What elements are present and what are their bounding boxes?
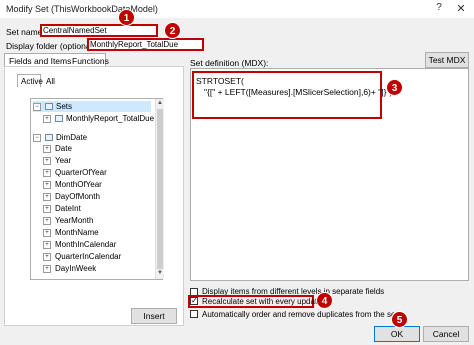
expand-icon[interactable]: + <box>43 252 51 261</box>
set-icon <box>55 115 63 123</box>
tree-item-field[interactable]: + Year <box>43 155 71 166</box>
tree-field-label: Date <box>55 144 72 153</box>
tree-scrollbar[interactable]: ▲ ▼ <box>155 99 164 279</box>
ok-button[interactable]: OK <box>374 326 420 342</box>
expand-icon[interactable]: + <box>43 216 51 225</box>
collapse-icon[interactable]: − <box>33 102 41 111</box>
mdx-line-1: STRTOSET( <box>196 76 244 86</box>
subtab-all[interactable]: All <box>46 77 55 86</box>
tree-item-field[interactable]: + Date <box>43 143 72 154</box>
collapse-icon[interactable]: − <box>33 133 41 142</box>
tree-item-field[interactable]: + QuarterOfYear <box>43 167 107 178</box>
recalculate-checkbox[interactable]: ✓ <box>190 297 198 305</box>
callout-badge-3: 3 <box>386 79 403 96</box>
expand-icon[interactable]: + <box>43 240 51 249</box>
tree-field-label: DateInt <box>55 204 81 213</box>
tree-field-label: DayInWeek <box>55 264 97 273</box>
tree-item-field[interactable]: + DayInWeek <box>43 263 96 274</box>
tree-item-field[interactable]: + YearMonth <box>43 215 93 226</box>
callout-badge-2: 2 <box>164 22 181 39</box>
auto-order-checkbox[interactable] <box>190 310 198 318</box>
scroll-up-icon[interactable]: ▲ <box>157 100 163 106</box>
auto-order-label: Automatically order and remove duplicate… <box>202 310 398 319</box>
tree-item-field[interactable]: + MonthName <box>43 227 99 238</box>
table-icon <box>45 134 53 142</box>
tree-item-set-monthlyreport[interactable]: + MonthlyReport_TotalDue <box>43 113 154 124</box>
tree-field-label: YearMonth <box>55 216 94 225</box>
tree-item-field[interactable]: + DateInt <box>43 203 81 214</box>
callout-badge-4: 4 <box>316 292 333 309</box>
recalculate-label: Recalculate set with every update <box>202 297 322 306</box>
tree-dimdate-label: DimDate <box>56 133 88 142</box>
set-name-value: CentralNamedSet <box>43 26 107 35</box>
scroll-down-icon[interactable]: ▼ <box>157 270 163 276</box>
tree-field-label: DayOfMonth <box>55 192 100 201</box>
mdx-line-2: "{[" + LEFT([Measures].[MSlicerSelection… <box>204 87 393 97</box>
tree-field-label: Year <box>55 156 72 165</box>
expand-icon[interactable]: + <box>43 156 51 165</box>
subtab-active[interactable]: Active <box>17 74 43 87</box>
tree-field-label: MonthOfYear <box>55 180 102 189</box>
expand-icon[interactable]: + <box>43 180 51 189</box>
callout-badge-1: 1 <box>118 9 135 26</box>
tab-functions[interactable]: Functions <box>72 56 109 66</box>
expand-icon[interactable]: + <box>43 192 51 201</box>
help-icon[interactable]: ? <box>433 2 445 14</box>
display-folder-label: Display folder (optional): <box>6 41 98 51</box>
tree-item-sets[interactable]: − Sets <box>33 101 151 112</box>
display-folder-input[interactable]: MonthlyReport_TotalDue <box>87 38 204 51</box>
cancel-button[interactable]: Cancel <box>423 326 469 342</box>
insert-button[interactable]: Insert <box>131 308 177 324</box>
expand-icon[interactable]: + <box>43 168 51 177</box>
close-icon[interactable]: ✕ <box>454 2 468 15</box>
tree-item-dimdate[interactable]: − DimDate <box>33 132 87 143</box>
window-title: Modify Set (ThisWorkbookDataModel) <box>6 4 158 14</box>
tree-view[interactable]: − Sets + MonthlyReport_TotalDue − DimDate +… <box>30 98 164 280</box>
subtab-active-label: Active <box>21 77 43 86</box>
tree-field-label: MonthName <box>55 228 99 237</box>
tree-field-label: QuarterInCalendar <box>55 252 122 261</box>
expand-icon[interactable]: + <box>43 228 51 237</box>
tree-field-label: MonthInCalendar <box>55 240 117 249</box>
sets-icon <box>45 103 53 111</box>
tree-item-field[interactable]: + MonthOfYear <box>43 179 102 190</box>
expand-icon[interactable]: + <box>43 204 51 213</box>
tree-item-field[interactable]: + MonthInCalendar <box>43 239 116 250</box>
mdx-highlight-box: STRTOSET( "{[" + LEFT([Measures].[MSlice… <box>192 71 392 119</box>
set-definition-label: Set definition (MDX): <box>190 58 269 68</box>
tree-sets-label: Sets <box>56 102 73 111</box>
tab-fields-and-items-label: Fields and Items <box>9 56 72 66</box>
scroll-thumb[interactable] <box>157 109 163 269</box>
expand-icon[interactable]: + <box>43 264 51 273</box>
expand-icon[interactable]: + <box>43 144 51 153</box>
tree-item-field[interactable]: + QuarterInCalendar <box>43 251 121 262</box>
display-folder-value: MonthlyReport_TotalDue <box>90 40 179 49</box>
callout-badge-5: 5 <box>391 311 408 328</box>
expand-icon[interactable]: + <box>43 114 51 123</box>
set-name-input[interactable]: CentralNamedSet <box>40 24 158 37</box>
tree-set-label: MonthlyReport_TotalDue <box>66 114 155 123</box>
test-mdx-button[interactable]: Test MDX <box>425 52 469 68</box>
set-name-label: Set name: <box>6 27 45 37</box>
tree-field-label: QuarterOfYear <box>55 168 107 177</box>
tree-item-field[interactable]: + DayOfMonth <box>43 191 100 202</box>
